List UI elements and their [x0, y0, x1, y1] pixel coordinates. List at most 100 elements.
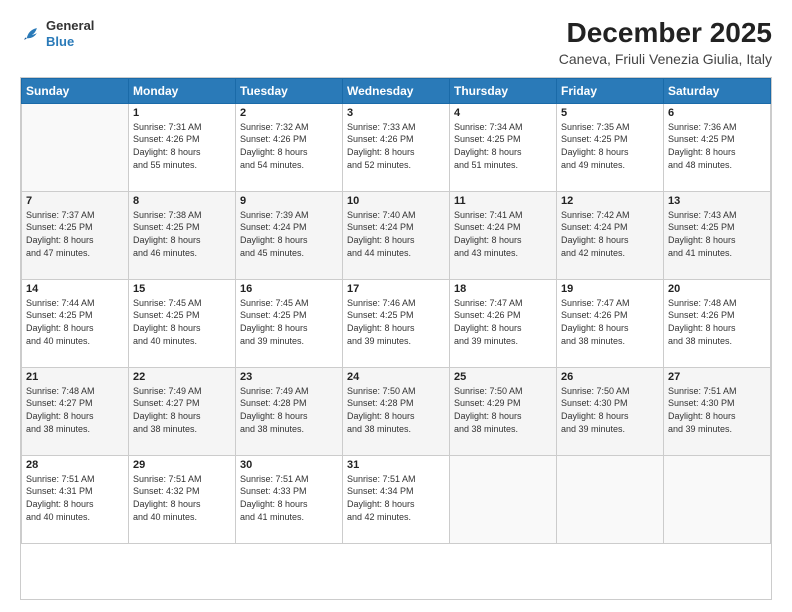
calendar-cell: 22 Sunrise: 7:49 AMSunset: 4:27 PMDayligh…: [129, 367, 236, 455]
calendar-week-row: 7 Sunrise: 7:37 AMSunset: 4:25 PMDaylight…: [22, 191, 771, 279]
calendar-cell: 25 Sunrise: 7:50 AMSunset: 4:29 PMDayligh…: [450, 367, 557, 455]
calendar-day-header: Tuesday: [236, 78, 343, 103]
day-number: 27: [668, 371, 766, 383]
day-number: 28: [26, 459, 124, 471]
day-number: 19: [561, 283, 659, 295]
calendar-cell: 2 Sunrise: 7:32 AMSunset: 4:26 PMDaylight…: [236, 103, 343, 191]
calendar-cell: 15Sunrise: 7:45 AMSunset: 4:25 PMDayligh…: [129, 279, 236, 367]
calendar-cell: 28 Sunrise: 7:51 AMSunset: 4:31 PMDayligh…: [22, 455, 129, 543]
header: General Blue December 2025 Caneva, Friul…: [20, 18, 772, 67]
day-info: Sunrise: 7:31 AMSunset: 4:26 PMDaylight:…: [133, 121, 231, 171]
calendar-cell: 24 Sunrise: 7:50 AMSunset: 4:28 PMDayligh…: [343, 367, 450, 455]
day-number: 21: [26, 371, 124, 383]
logo-blue: Blue: [46, 34, 94, 50]
day-info: Sunrise: 7:45 AMSunset: 4:25 PMDaylight:…: [240, 297, 338, 347]
day-info: Sunrise: 7:51 AMSunset: 4:32 PMDaylight:…: [133, 473, 231, 523]
logo: General Blue: [20, 18, 94, 49]
calendar-cell: 20Sunrise: 7:48 AMSunset: 4:26 PMDayligh…: [664, 279, 771, 367]
calendar-cell: 17Sunrise: 7:46 AMSunset: 4:25 PMDayligh…: [343, 279, 450, 367]
day-number: 5: [561, 107, 659, 119]
calendar-cell: 29Sunrise: 7:51 AMSunset: 4:32 PMDayligh…: [129, 455, 236, 543]
calendar-day-header: Wednesday: [343, 78, 450, 103]
day-info: Sunrise: 7:34 AMSunset: 4:25 PMDaylight:…: [454, 121, 552, 171]
calendar-cell: 27 Sunrise: 7:51 AMSunset: 4:30 PMDayligh…: [664, 367, 771, 455]
day-info: Sunrise: 7:49 AMSunset: 4:27 PMDaylight:…: [133, 385, 231, 435]
day-info: Sunrise: 7:46 AMSunset: 4:25 PMDaylight:…: [347, 297, 445, 347]
calendar-cell: 10 Sunrise: 7:40 AMSunset: 4:24 PMDayligh…: [343, 191, 450, 279]
calendar-cell: [450, 455, 557, 543]
calendar-cell: 9Sunrise: 7:39 AMSunset: 4:24 PMDaylight…: [236, 191, 343, 279]
day-info: Sunrise: 7:33 AMSunset: 4:26 PMDaylight:…: [347, 121, 445, 171]
calendar-week-row: 28 Sunrise: 7:51 AMSunset: 4:31 PMDayligh…: [22, 455, 771, 543]
day-info: Sunrise: 7:37 AMSunset: 4:25 PMDaylight:…: [26, 209, 124, 259]
day-info: Sunrise: 7:36 AMSunset: 4:25 PMDaylight:…: [668, 121, 766, 171]
day-number: 30: [240, 459, 338, 471]
day-number: 10: [347, 195, 445, 207]
day-info: Sunrise: 7:45 AMSunset: 4:25 PMDaylight:…: [133, 297, 231, 347]
day-info: Sunrise: 7:47 AMSunset: 4:26 PMDaylight:…: [561, 297, 659, 347]
day-number: 4: [454, 107, 552, 119]
calendar-cell: 11 Sunrise: 7:41 AMSunset: 4:24 PMDayligh…: [450, 191, 557, 279]
calendar-day-header: Friday: [557, 78, 664, 103]
day-info: Sunrise: 7:50 AMSunset: 4:28 PMDaylight:…: [347, 385, 445, 435]
day-number: 12: [561, 195, 659, 207]
calendar-cell: 8Sunrise: 7:38 AMSunset: 4:25 PMDaylight…: [129, 191, 236, 279]
day-info: Sunrise: 7:50 AMSunset: 4:29 PMDaylight:…: [454, 385, 552, 435]
day-number: 24: [347, 371, 445, 383]
day-info: Sunrise: 7:51 AMSunset: 4:31 PMDaylight:…: [26, 473, 124, 523]
calendar-day-header: Saturday: [664, 78, 771, 103]
calendar-cell: 31 Sunrise: 7:51 AMSunset: 4:34 PMDayligh…: [343, 455, 450, 543]
day-info: Sunrise: 7:35 AMSunset: 4:25 PMDaylight:…: [561, 121, 659, 171]
calendar-cell: 21 Sunrise: 7:48 AMSunset: 4:27 PMDayligh…: [22, 367, 129, 455]
day-number: 31: [347, 459, 445, 471]
calendar-header-row: SundayMondayTuesdayWednesdayThursdayFrid…: [22, 78, 771, 103]
day-number: 8: [133, 195, 231, 207]
calendar-cell: 26Sunrise: 7:50 AMSunset: 4:30 PMDayligh…: [557, 367, 664, 455]
day-info: Sunrise: 7:40 AMSunset: 4:24 PMDaylight:…: [347, 209, 445, 259]
day-number: 13: [668, 195, 766, 207]
day-number: 7: [26, 195, 124, 207]
calendar-cell: 3 Sunrise: 7:33 AMSunset: 4:26 PMDaylight…: [343, 103, 450, 191]
day-number: 1: [133, 107, 231, 119]
day-info: Sunrise: 7:49 AMSunset: 4:28 PMDaylight:…: [240, 385, 338, 435]
calendar-week-row: 14 Sunrise: 7:44 AMSunset: 4:25 PMDayligh…: [22, 279, 771, 367]
day-number: 18: [454, 283, 552, 295]
day-info: Sunrise: 7:50 AMSunset: 4:30 PMDaylight:…: [561, 385, 659, 435]
logo-icon: [20, 23, 42, 45]
calendar-cell: 23 Sunrise: 7:49 AMSunset: 4:28 PMDayligh…: [236, 367, 343, 455]
day-number: 25: [454, 371, 552, 383]
day-number: 6: [668, 107, 766, 119]
day-info: Sunrise: 7:48 AMSunset: 4:27 PMDaylight:…: [26, 385, 124, 435]
day-number: 20: [668, 283, 766, 295]
calendar-day-header: Thursday: [450, 78, 557, 103]
day-info: Sunrise: 7:51 AMSunset: 4:30 PMDaylight:…: [668, 385, 766, 435]
day-info: Sunrise: 7:44 AMSunset: 4:25 PMDaylight:…: [26, 297, 124, 347]
calendar-cell: 19 Sunrise: 7:47 AMSunset: 4:26 PMDayligh…: [557, 279, 664, 367]
calendar-week-row: 1 Sunrise: 7:31 AMSunset: 4:26 PMDaylight…: [22, 103, 771, 191]
day-number: 23: [240, 371, 338, 383]
calendar-cell: 7 Sunrise: 7:37 AMSunset: 4:25 PMDaylight…: [22, 191, 129, 279]
day-number: 14: [26, 283, 124, 295]
day-number: 11: [454, 195, 552, 207]
day-info: Sunrise: 7:47 AMSunset: 4:26 PMDaylight:…: [454, 297, 552, 347]
calendar-cell: 12 Sunrise: 7:42 AMSunset: 4:24 PMDayligh…: [557, 191, 664, 279]
day-info: Sunrise: 7:32 AMSunset: 4:26 PMDaylight:…: [240, 121, 338, 171]
calendar-cell: [22, 103, 129, 191]
calendar-cell: 30Sunrise: 7:51 AMSunset: 4:33 PMDayligh…: [236, 455, 343, 543]
day-number: 22: [133, 371, 231, 383]
calendar-cell: [557, 455, 664, 543]
calendar-cell: 1 Sunrise: 7:31 AMSunset: 4:26 PMDaylight…: [129, 103, 236, 191]
calendar-cell: 5 Sunrise: 7:35 AMSunset: 4:25 PMDaylight…: [557, 103, 664, 191]
day-info: Sunrise: 7:42 AMSunset: 4:24 PMDaylight:…: [561, 209, 659, 259]
day-info: Sunrise: 7:39 AMSunset: 4:24 PMDaylight:…: [240, 209, 338, 259]
title-block: December 2025 Caneva, Friuli Venezia Giu…: [559, 18, 772, 67]
calendar-week-row: 21 Sunrise: 7:48 AMSunset: 4:27 PMDayligh…: [22, 367, 771, 455]
day-number: 2: [240, 107, 338, 119]
logo-general: General: [46, 18, 94, 34]
calendar-day-header: Monday: [129, 78, 236, 103]
day-info: Sunrise: 7:41 AMSunset: 4:24 PMDaylight:…: [454, 209, 552, 259]
calendar-cell: 6 Sunrise: 7:36 AMSunset: 4:25 PMDaylight…: [664, 103, 771, 191]
day-info: Sunrise: 7:51 AMSunset: 4:34 PMDaylight:…: [347, 473, 445, 523]
calendar-cell: [664, 455, 771, 543]
day-number: 3: [347, 107, 445, 119]
